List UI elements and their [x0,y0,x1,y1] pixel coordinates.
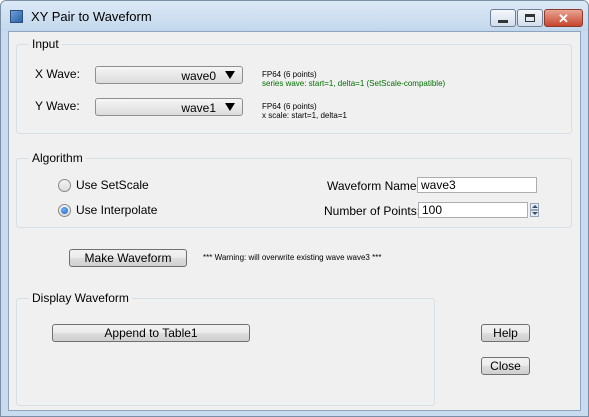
number-of-points-input[interactable]: 100 [418,202,528,218]
x-wave-label: X Wave: [35,67,80,81]
help-button[interactable]: Help [481,324,530,342]
use-interpolate-radio[interactable] [58,204,71,217]
dropdown-arrow-icon [225,103,235,111]
use-setscale-radio[interactable] [58,179,71,192]
dropdown-arrow-icon [225,71,235,79]
y-wave-info-scale: x scale: start=1, delta=1 [262,111,347,120]
y-wave-value: wave1 [181,101,216,115]
number-of-points-label: Number of Points: [324,204,421,218]
minimize-icon [498,19,508,23]
y-wave-label: Y Wave: [35,99,80,113]
dialog-window: XY Pair to Waveform ✕ Input X Wave: wave… [0,0,589,417]
close-icon: ✕ [558,10,569,26]
close-window-button[interactable]: ✕ [544,9,583,27]
algorithm-group-label: Algorithm [29,151,86,165]
display-waveform-group-label: Display Waveform [29,291,132,305]
dialog-body: Input X Wave: wave0 FP64 (6 points) seri… [8,31,581,411]
close-button[interactable]: Close [481,357,530,375]
waveform-name-input[interactable]: wave3 [417,177,537,193]
title-bar[interactable]: XY Pair to Waveform ✕ [1,1,588,31]
spin-up-icon[interactable] [530,203,539,210]
window-title: XY Pair to Waveform [31,9,152,24]
append-to-table-button[interactable]: Append to Table1 [52,324,250,342]
display-waveform-group: Display Waveform [16,291,435,406]
number-of-points-stepper[interactable] [530,203,539,218]
x-wave-info-scale: series wave: start=1, delta=1 (SetScale-… [262,79,446,88]
waveform-name-label: Waveform Name: [327,179,420,193]
use-interpolate-label[interactable]: Use Interpolate [76,203,157,217]
app-icon [10,10,23,23]
x-wave-popup[interactable]: wave0 [95,66,243,84]
spin-down-icon[interactable] [530,210,539,217]
overwrite-warning: *** Warning: will overwrite existing wav… [203,253,382,262]
minimize-button[interactable] [490,9,516,27]
make-waveform-button[interactable]: Make Waveform [69,249,187,267]
x-wave-value: wave0 [181,69,216,83]
input-group-label: Input [29,37,62,51]
maximize-icon [525,14,535,22]
y-wave-popup[interactable]: wave1 [95,98,243,116]
use-setscale-label[interactable]: Use SetScale [76,178,149,192]
maximize-button[interactable] [517,9,543,27]
